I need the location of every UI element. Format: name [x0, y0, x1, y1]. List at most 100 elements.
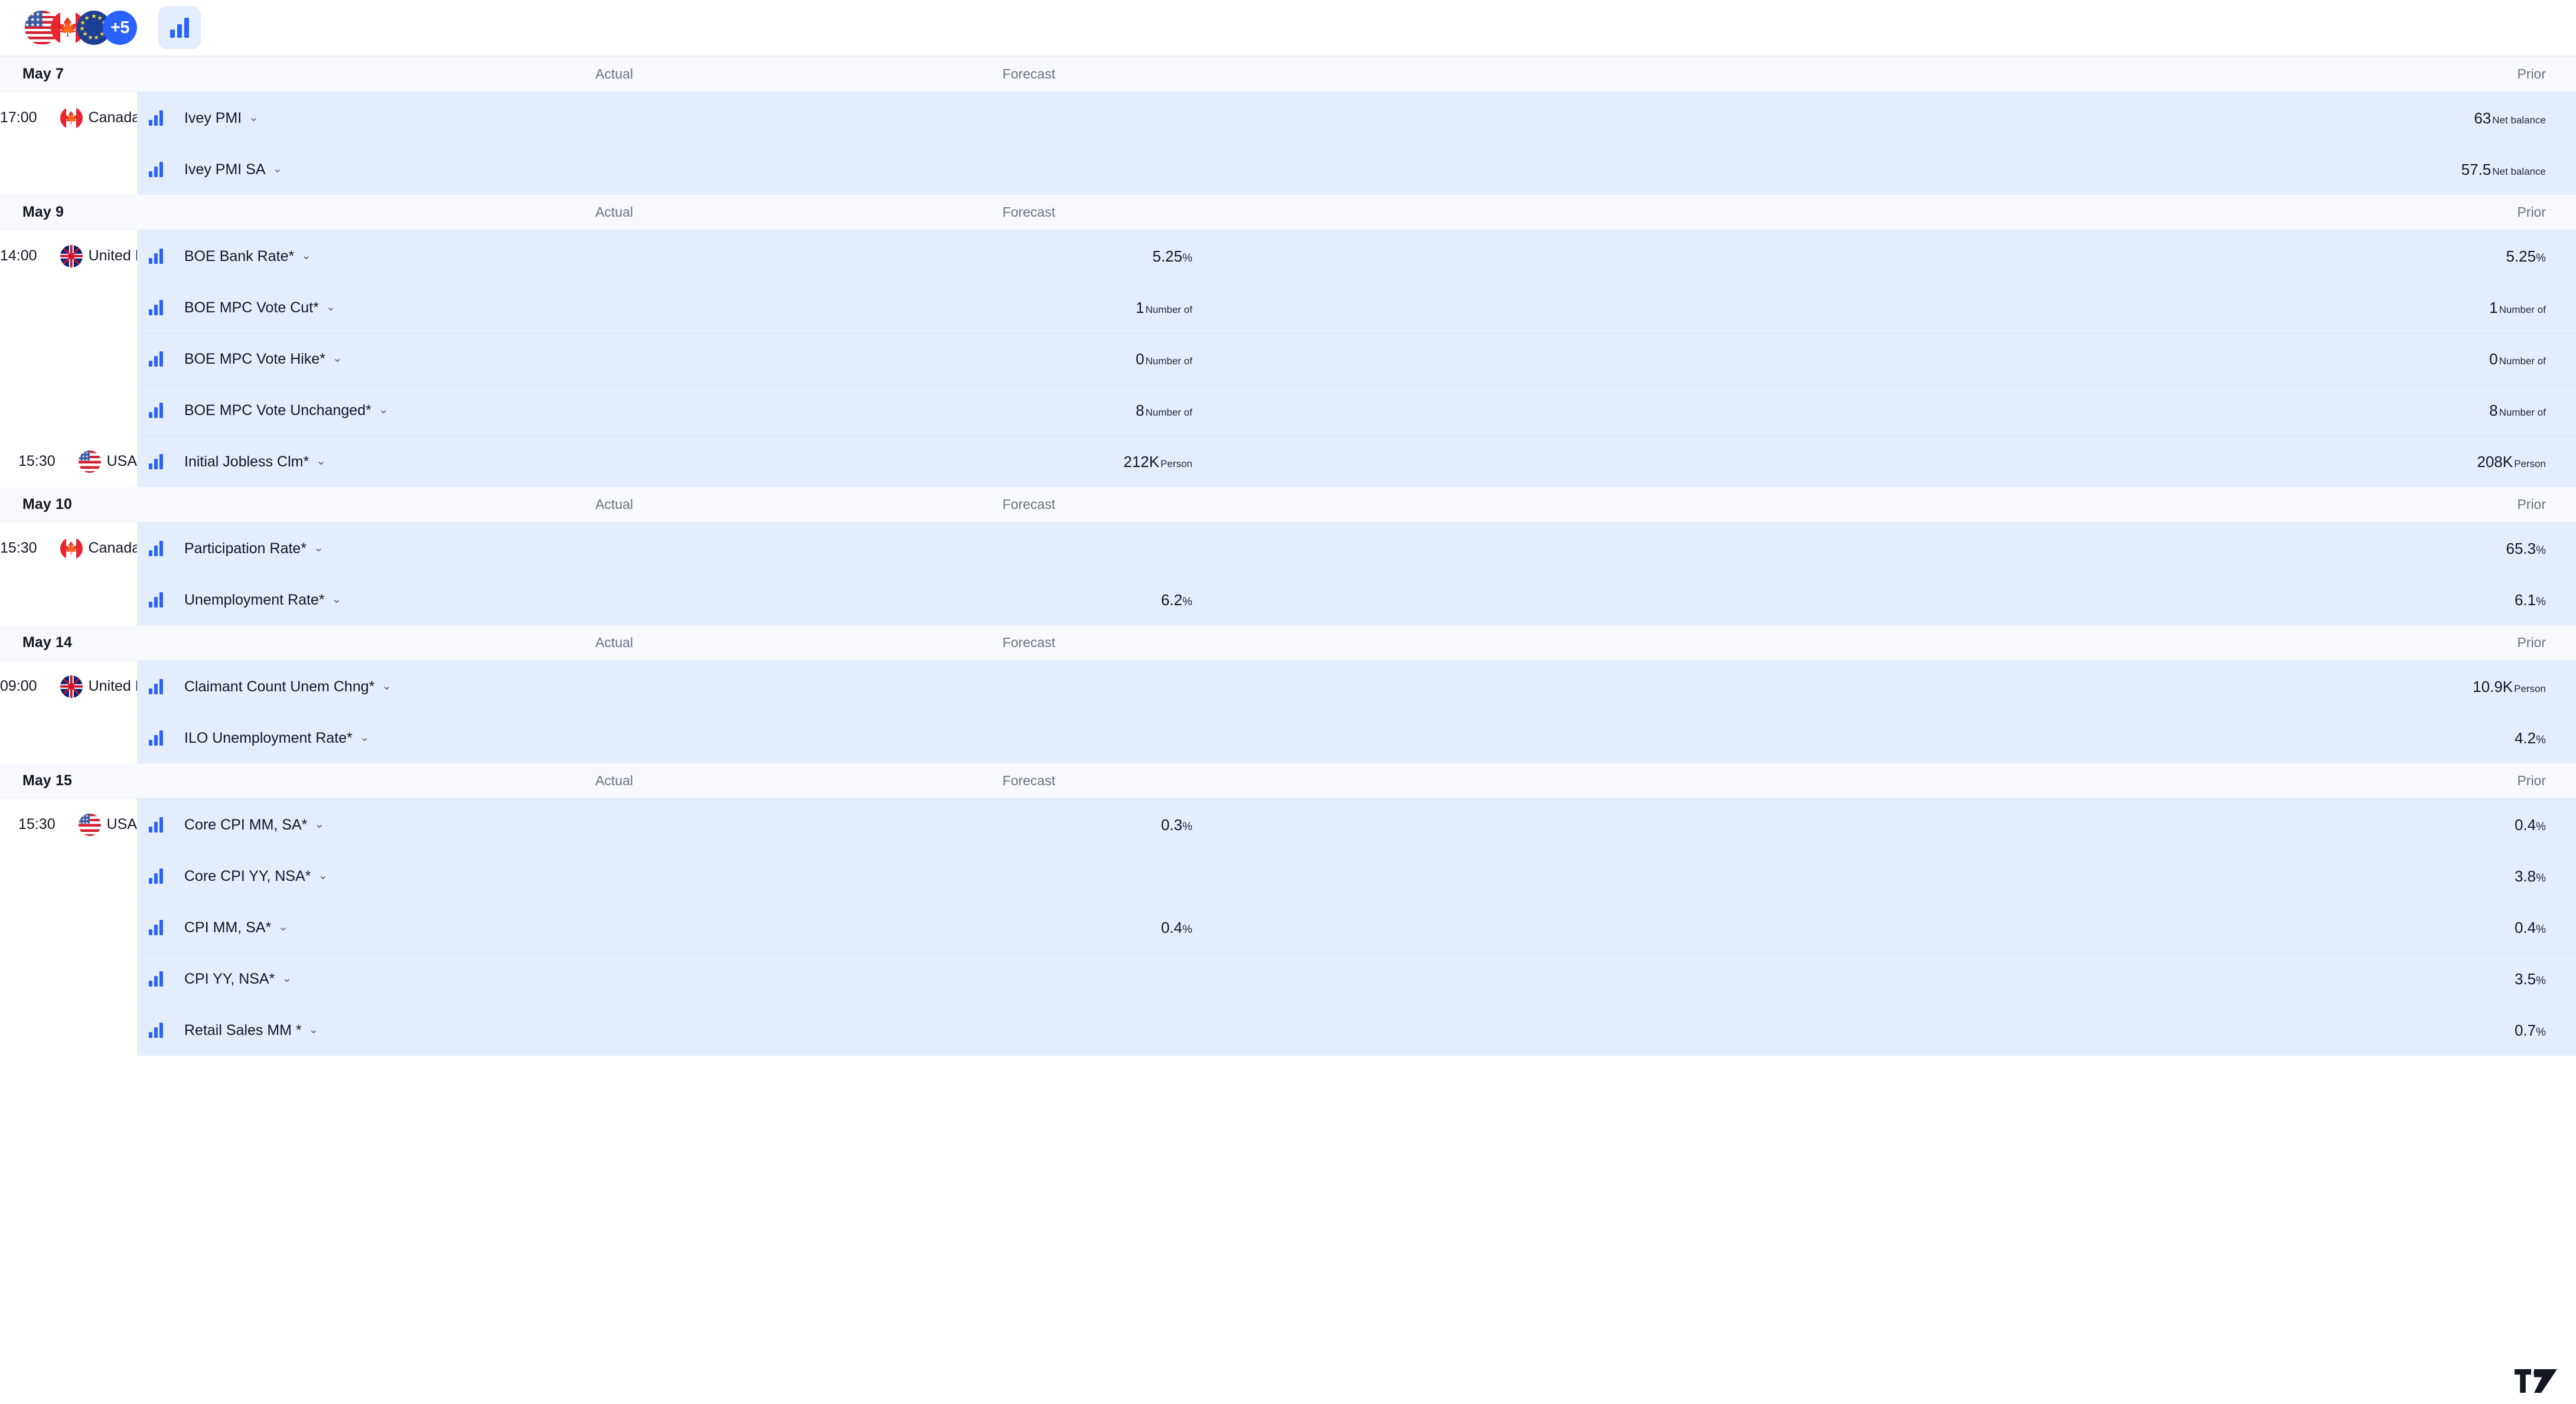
event-name-cell[interactable]: Claimant Count Unem Chng* ⌄ — [137, 678, 609, 696]
chevron-down-icon[interactable]: ⌄ — [360, 732, 370, 743]
event-name-cell[interactable]: Core CPI YY, NSA* ⌄ — [137, 868, 609, 885]
column-header-forecast: Forecast — [1002, 66, 1055, 81]
event-details: Ivey PMI ⌄ 63 Net balance — [137, 92, 2576, 143]
event-details: Ivey PMI SA ⌄ 57.5 Net balance — [137, 143, 2576, 195]
event-prior-value-number: 3.5 — [2514, 969, 2536, 988]
date-label: May 15 — [22, 772, 72, 789]
event-forecast-value: 0.4% — [770, 919, 1192, 937]
event-prior-value-unit: Number of — [2499, 303, 2546, 315]
event-time-country — [0, 1004, 137, 1056]
chevron-down-icon[interactable]: ⌄ — [381, 680, 392, 692]
date-label: May 10 — [22, 496, 72, 512]
country-filter-button[interactable]: ★★★★★★★★★★★★ 🍁 ★ ★ ★ ★ ★ ★ ★ ★ — [21, 6, 141, 49]
event-prior-value-number: 4.2 — [2514, 729, 2536, 747]
event-row[interactable]: Retail Sales MM * ⌄ 0.7% — [0, 1004, 2576, 1056]
bar-chart-icon — [149, 920, 163, 935]
chevron-down-icon[interactable]: ⌄ — [332, 593, 342, 605]
more-countries-badge[interactable]: +5 — [103, 11, 137, 45]
chevron-down-icon[interactable]: ⌄ — [318, 870, 328, 881]
event-row[interactable]: 15:30 🍁 Canada Participation Rate* ⌄ 65.3% — [0, 523, 2576, 574]
event-time: 15:30 — [18, 816, 56, 832]
event-row[interactable]: CPI MM, SA* ⌄ 0.4% 0.4% — [0, 902, 2576, 953]
event-row[interactable]: ILO Unemployment Rate* ⌄ 4.2% — [0, 712, 2576, 763]
event-time-country — [0, 574, 137, 625]
bar-chart-icon — [149, 454, 163, 469]
event-name-cell[interactable]: Unemployment Rate* ⌄ — [137, 592, 609, 609]
event-prior-value-number: 10.9K — [2473, 677, 2513, 696]
event-country-label: USA — [106, 453, 137, 469]
event-row[interactable]: 15:30★★★★★★★★★★★★USAInitial Jobless Clm*… — [0, 436, 2576, 487]
chevron-down-icon[interactable]: ⌄ — [379, 404, 389, 416]
event-prior-value-number: 5.25 — [2506, 247, 2536, 265]
event-values: 6.2% 6.1% — [609, 591, 2576, 609]
chevron-down-icon[interactable]: ⌄ — [309, 1024, 319, 1036]
event-time-country: 15:30 ★★★★★★★★★★★★ USA — [0, 436, 137, 487]
event-name-cell[interactable]: Retail Sales MM * ⌄ — [137, 1022, 609, 1039]
event-name-cell[interactable]: BOE MPC Vote Unchanged* ⌄ — [137, 402, 609, 419]
event-name-cell[interactable]: CPI MM, SA* ⌄ — [137, 919, 609, 936]
event-values: 10.9K Person — [609, 678, 2576, 696]
event-name-cell[interactable]: Initial Jobless Clm* ⌄ — [137, 453, 609, 471]
event-row[interactable]: CPI YY, NSA* ⌄ 3.5% — [0, 953, 2576, 1004]
event-row[interactable]: Core CPI YY, NSA* ⌄ 3.8% — [0, 850, 2576, 902]
chevron-down-icon[interactable]: ⌄ — [332, 352, 343, 364]
event-row[interactable]: BOE MPC Vote Cut* ⌄ 1 Number of 1 Number of — [0, 282, 2576, 333]
event-name-cell[interactable]: Ivey PMI ⌄ — [137, 110, 609, 127]
chevron-down-icon[interactable]: ⌄ — [249, 112, 259, 123]
date-group-header: May 15 Actual Forecast Prior — [0, 763, 2576, 799]
event-name-cell[interactable]: CPI YY, NSA* ⌄ — [137, 971, 609, 988]
event-prior-value-unit: Net balance — [2492, 114, 2546, 126]
event-name-cell[interactable]: Participation Rate* ⌄ — [137, 540, 609, 557]
event-prior-value-unit: Person — [2514, 458, 2546, 469]
event-row[interactable]: 09:00United KingdomClaimant Count Unem C… — [0, 661, 2576, 712]
event-forecast-value: 6.2% — [770, 591, 1192, 609]
event-values: 5.25% 5.25% — [609, 247, 2576, 266]
event-time-country — [0, 384, 137, 436]
chevron-down-icon[interactable]: ⌄ — [301, 250, 311, 262]
column-header-actual: Actual — [595, 497, 633, 512]
importance-filter-button[interactable] — [158, 6, 201, 49]
event-row[interactable]: BOE MPC Vote Hike* ⌄ 0 Number of 0 Number of — [0, 333, 2576, 384]
chevron-down-icon[interactable]: ⌄ — [273, 163, 283, 175]
event-name-label: Ivey PMI SA — [184, 161, 266, 178]
event-time-country: 15:30 🍁 Canada — [0, 523, 140, 574]
event-time: 17:00 — [0, 109, 37, 126]
event-time-country — [0, 953, 137, 1004]
event-prior-value: 0.4% — [1192, 919, 2576, 937]
chevron-down-icon[interactable]: ⌄ — [326, 301, 336, 313]
chevron-down-icon[interactable]: ⌄ — [282, 972, 292, 984]
chevron-down-icon[interactable]: ⌄ — [278, 921, 288, 933]
event-name-label: Unemployment Rate* — [184, 591, 325, 608]
event-values: 3.8% — [609, 867, 2576, 886]
column-headers: Actual Forecast Prior — [137, 204, 2576, 220]
event-row[interactable]: 15:30 ★★★★★★★★★★★★ USA Core CPI MM, SA* ⌄ 0.3… — [0, 799, 2576, 850]
chevron-down-icon[interactable]: ⌄ — [314, 818, 324, 830]
event-row[interactable]: Unemployment Rate* ⌄ 6.2% 6.1% — [0, 574, 2576, 625]
event-row[interactable]: BOE MPC Vote Unchanged* ⌄ 8 Number of 8 Numbe… — [0, 384, 2576, 436]
event-forecast-value: 8 Number of — [770, 401, 1192, 420]
event-row[interactable]: Ivey PMI SA ⌄ 57.5 Net balance — [0, 143, 2576, 195]
column-header-forecast: Forecast — [1002, 204, 1055, 220]
event-values: 65.3% — [609, 540, 2576, 558]
event-prior-value-number: 0.4 — [2514, 918, 2536, 936]
event-details: BOE MPC Vote Hike* ⌄ 0 Number of 0 Number of — [137, 333, 2576, 384]
date-group-header: May 14 Actual Forecast Prior — [0, 625, 2576, 661]
event-name-cell[interactable]: BOE MPC Vote Cut* ⌄ — [137, 299, 609, 316]
chevron-down-icon[interactable]: ⌄ — [316, 455, 326, 467]
event-details: Initial Jobless Clm* ⌄ 212K Person 208K Perso… — [137, 436, 2576, 487]
event-row[interactable]: 17:00 🍁 Canada Ivey PMI ⌄ 63 Net balance — [0, 92, 2576, 143]
event-prior-value: 6.1% — [1192, 591, 2576, 609]
event-row[interactable]: 14:00United KingdomBOE Bank Rate*⌄5.25%5… — [0, 230, 2576, 282]
event-name-label: ILO Unemployment Rate* — [184, 729, 353, 746]
event-prior-value-unit: Net balance — [2492, 165, 2546, 177]
event-name-cell[interactable]: Ivey PMI SA ⌄ — [137, 161, 609, 178]
event-name-cell[interactable]: Core CPI MM, SA* ⌄ — [137, 817, 609, 834]
event-name-cell[interactable]: ILO Unemployment Rate* ⌄ — [137, 730, 609, 747]
event-prior-value-number: 1 — [2489, 298, 2498, 316]
event-name-cell[interactable]: BOE Bank Rate* ⌄ — [137, 248, 609, 265]
event-prior-value-unit: % — [2536, 820, 2546, 833]
event-values: 1 Number of 1 Number of — [609, 299, 2576, 317]
chevron-down-icon[interactable]: ⌄ — [314, 542, 324, 554]
event-name-cell[interactable]: BOE MPC Vote Hike* ⌄ — [137, 351, 609, 368]
event-name-label: Claimant Count Unem Chng* — [184, 678, 375, 695]
